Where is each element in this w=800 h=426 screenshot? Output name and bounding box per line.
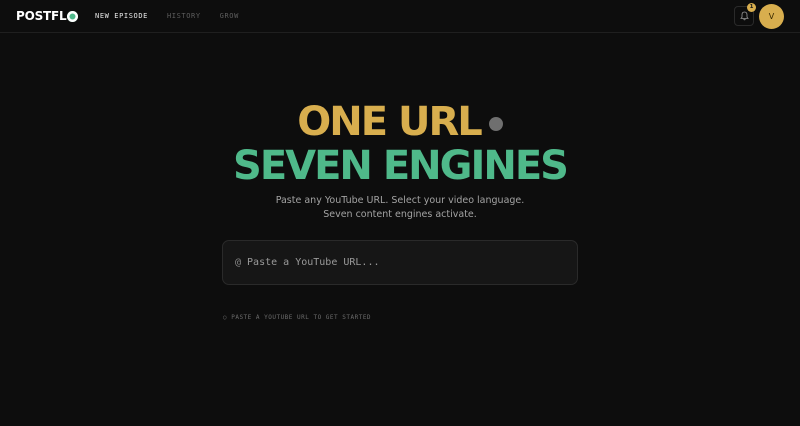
- nav-new-episode[interactable]: NEW EPISODE: [95, 12, 148, 20]
- user-avatar[interactable]: V: [759, 4, 784, 29]
- bell-icon: [739, 11, 749, 21]
- status-dot-icon: [488, 117, 503, 131]
- at-sign-icon: @: [235, 257, 242, 268]
- top-header: POSTFL NEW EPISODE HISTORY GROW 1 V: [0, 0, 800, 33]
- get-started-hint: ○ PASTE A YOUTUBE URL TO GET STARTED: [223, 314, 372, 321]
- logo[interactable]: POSTFL: [16, 9, 79, 23]
- headline-line-2: SEVEN ENGINES: [233, 143, 569, 189]
- logo-text: POSTFL: [16, 9, 67, 23]
- nav-grow[interactable]: GROW: [220, 12, 239, 20]
- hero-subtitle: Paste any YouTube URL. Select your video…: [275, 195, 525, 220]
- notification-badge: 1: [747, 3, 756, 12]
- main-nav: NEW EPISODE HISTORY GROW: [95, 12, 258, 20]
- youtube-url-input[interactable]: [247, 257, 558, 268]
- hero-headline: ONE URL SEVEN ENGINES: [0, 100, 800, 188]
- logo-o-icon: [67, 10, 79, 22]
- headline-line-1-text: ONE URL: [297, 99, 482, 145]
- app-root: POSTFL NEW EPISODE HISTORY GROW 1 V ONE …: [0, 0, 800, 426]
- nav-history[interactable]: HISTORY: [167, 12, 201, 20]
- headline-line-1: ONE URL: [0, 100, 800, 144]
- url-input-container[interactable]: @: [222, 240, 578, 285]
